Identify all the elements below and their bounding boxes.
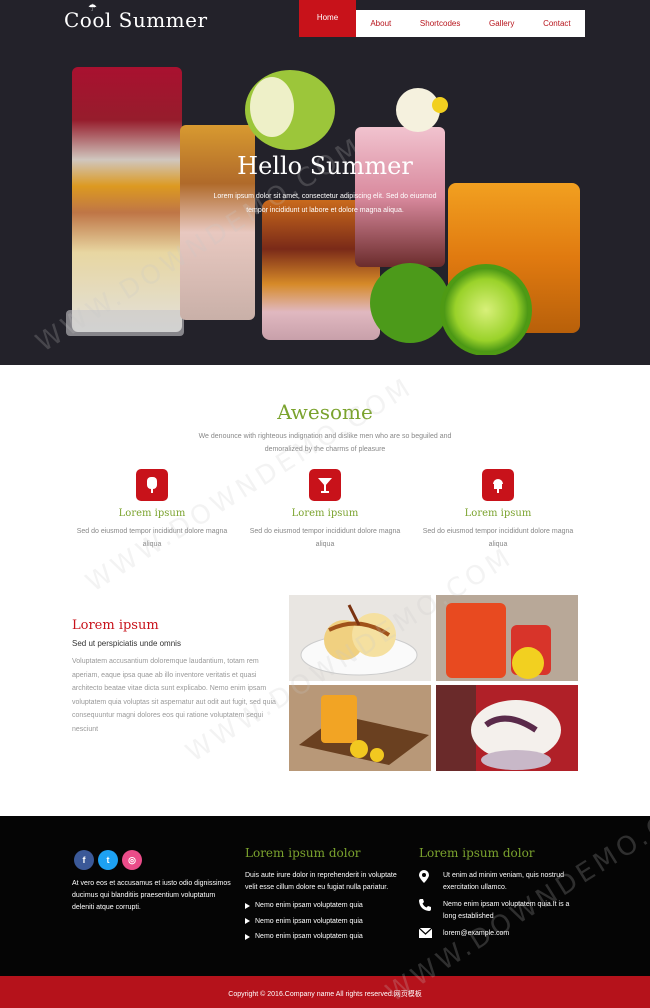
- hero-text: Lorem ipsum dolor sit amet, consectetur …: [213, 193, 437, 214]
- about-text: Voluptatem accusantium doloremque laudan…: [72, 658, 276, 733]
- nav-shortcodes[interactable]: Shortcodes: [420, 19, 460, 28]
- copyright-text: Copyright © 2016.Company name All rights…: [228, 991, 422, 998]
- map-pin-icon: [419, 870, 443, 894]
- feature-title: Lorem ipsum: [118, 508, 186, 519]
- feature-title: Lorem ipsum: [291, 508, 359, 519]
- nav-gallery[interactable]: Gallery: [489, 19, 514, 28]
- feature-card: Lorem ipsum Sed do eiusmod tempor incidi…: [245, 469, 405, 551]
- feature-card: Lorem ipsum Sed do eiusmod tempor incidi…: [418, 469, 578, 551]
- facebook-icon[interactable]: f: [74, 850, 94, 870]
- footer-link-list: Nemo enim ipsam voluptatem quia Nemo eni…: [245, 898, 363, 945]
- gallery-image-juice[interactable]: [289, 685, 431, 771]
- main-nav: Home About Shortcodes Gallery Contact: [299, 0, 585, 37]
- footer-link[interactable]: Nemo enim ipsam voluptatem quia: [245, 898, 363, 914]
- dribbble-icon[interactable]: ◎: [122, 850, 142, 870]
- phone-text: Nemo enim ipsam voluptatem quia.It is a …: [443, 901, 570, 920]
- nav-about[interactable]: About: [370, 19, 391, 28]
- section-description: We denounce with righteous indignation a…: [198, 433, 452, 453]
- footer-col3-title: Lorem ipsum dolor: [419, 846, 535, 860]
- contact-phone: Nemo enim ipsam voluptatem quia.It is a …: [419, 899, 573, 923]
- feature-text: Sed do eiusmod tempor incididunt dolore …: [422, 528, 574, 548]
- hero-banner: ☂ Cool Summer Home About Shortcodes Gall…: [0, 0, 650, 365]
- feature-title: Lorem ipsum: [464, 508, 532, 519]
- hero-title: Hello Summer: [237, 152, 413, 180]
- section-title: Awesome: [277, 400, 373, 424]
- about-title: Lorem ipsum: [72, 618, 159, 633]
- gallery-image-dessert[interactable]: [289, 595, 431, 681]
- envelope-icon: [418, 927, 443, 943]
- social-links: f t ◎: [74, 850, 142, 870]
- gallery-image-sundae[interactable]: [436, 685, 578, 771]
- site-logo[interactable]: ☂ Cool Summer: [64, 3, 208, 32]
- nav-contact[interactable]: Contact: [543, 19, 571, 28]
- feature-text: Sed do eiusmod tempor incididunt dolore …: [76, 528, 228, 548]
- twitter-icon[interactable]: t: [98, 850, 118, 870]
- address-text: Ut enim ad minim veniam, quis nostrud ex…: [443, 872, 564, 891]
- cocktail-icon: [309, 469, 341, 501]
- logo-text: Cool Summer: [64, 8, 208, 32]
- ice-cream-icon: [482, 469, 514, 501]
- feature-text: Sed do eiusmod tempor incididunt dolore …: [249, 528, 401, 548]
- phone-icon: [419, 899, 443, 923]
- email-link[interactable]: lorem@example.com: [443, 928, 509, 943]
- footer-col2-title: Lorem ipsum dolor: [245, 846, 361, 860]
- nav-home[interactable]: Home: [299, 0, 356, 37]
- footer-link[interactable]: Nemo enim ipsam voluptatem quia: [245, 914, 363, 930]
- footer-link[interactable]: Nemo enim ipsam voluptatem quia: [245, 929, 363, 945]
- contact-address: Ut enim ad minim veniam, quis nostrud ex…: [419, 870, 573, 894]
- umbrella-icon: ☂: [88, 3, 98, 14]
- popsicle-icon: [136, 469, 168, 501]
- feature-card: Lorem ipsum Sed do eiusmod tempor incidi…: [72, 469, 232, 551]
- about-subtitle: Sed ut perspiciatis unde omnis: [72, 639, 181, 648]
- nav-links: About Shortcodes Gallery Contact: [356, 10, 585, 37]
- footer-col2-text: Duis aute irure dolor in reprehenderit i…: [245, 872, 397, 891]
- footer-about-text: At vero eos et accusamus et iusto odio d…: [72, 880, 231, 911]
- contact-email: lorem@example.com: [418, 927, 509, 943]
- gallery-image-red-drink[interactable]: [436, 595, 578, 681]
